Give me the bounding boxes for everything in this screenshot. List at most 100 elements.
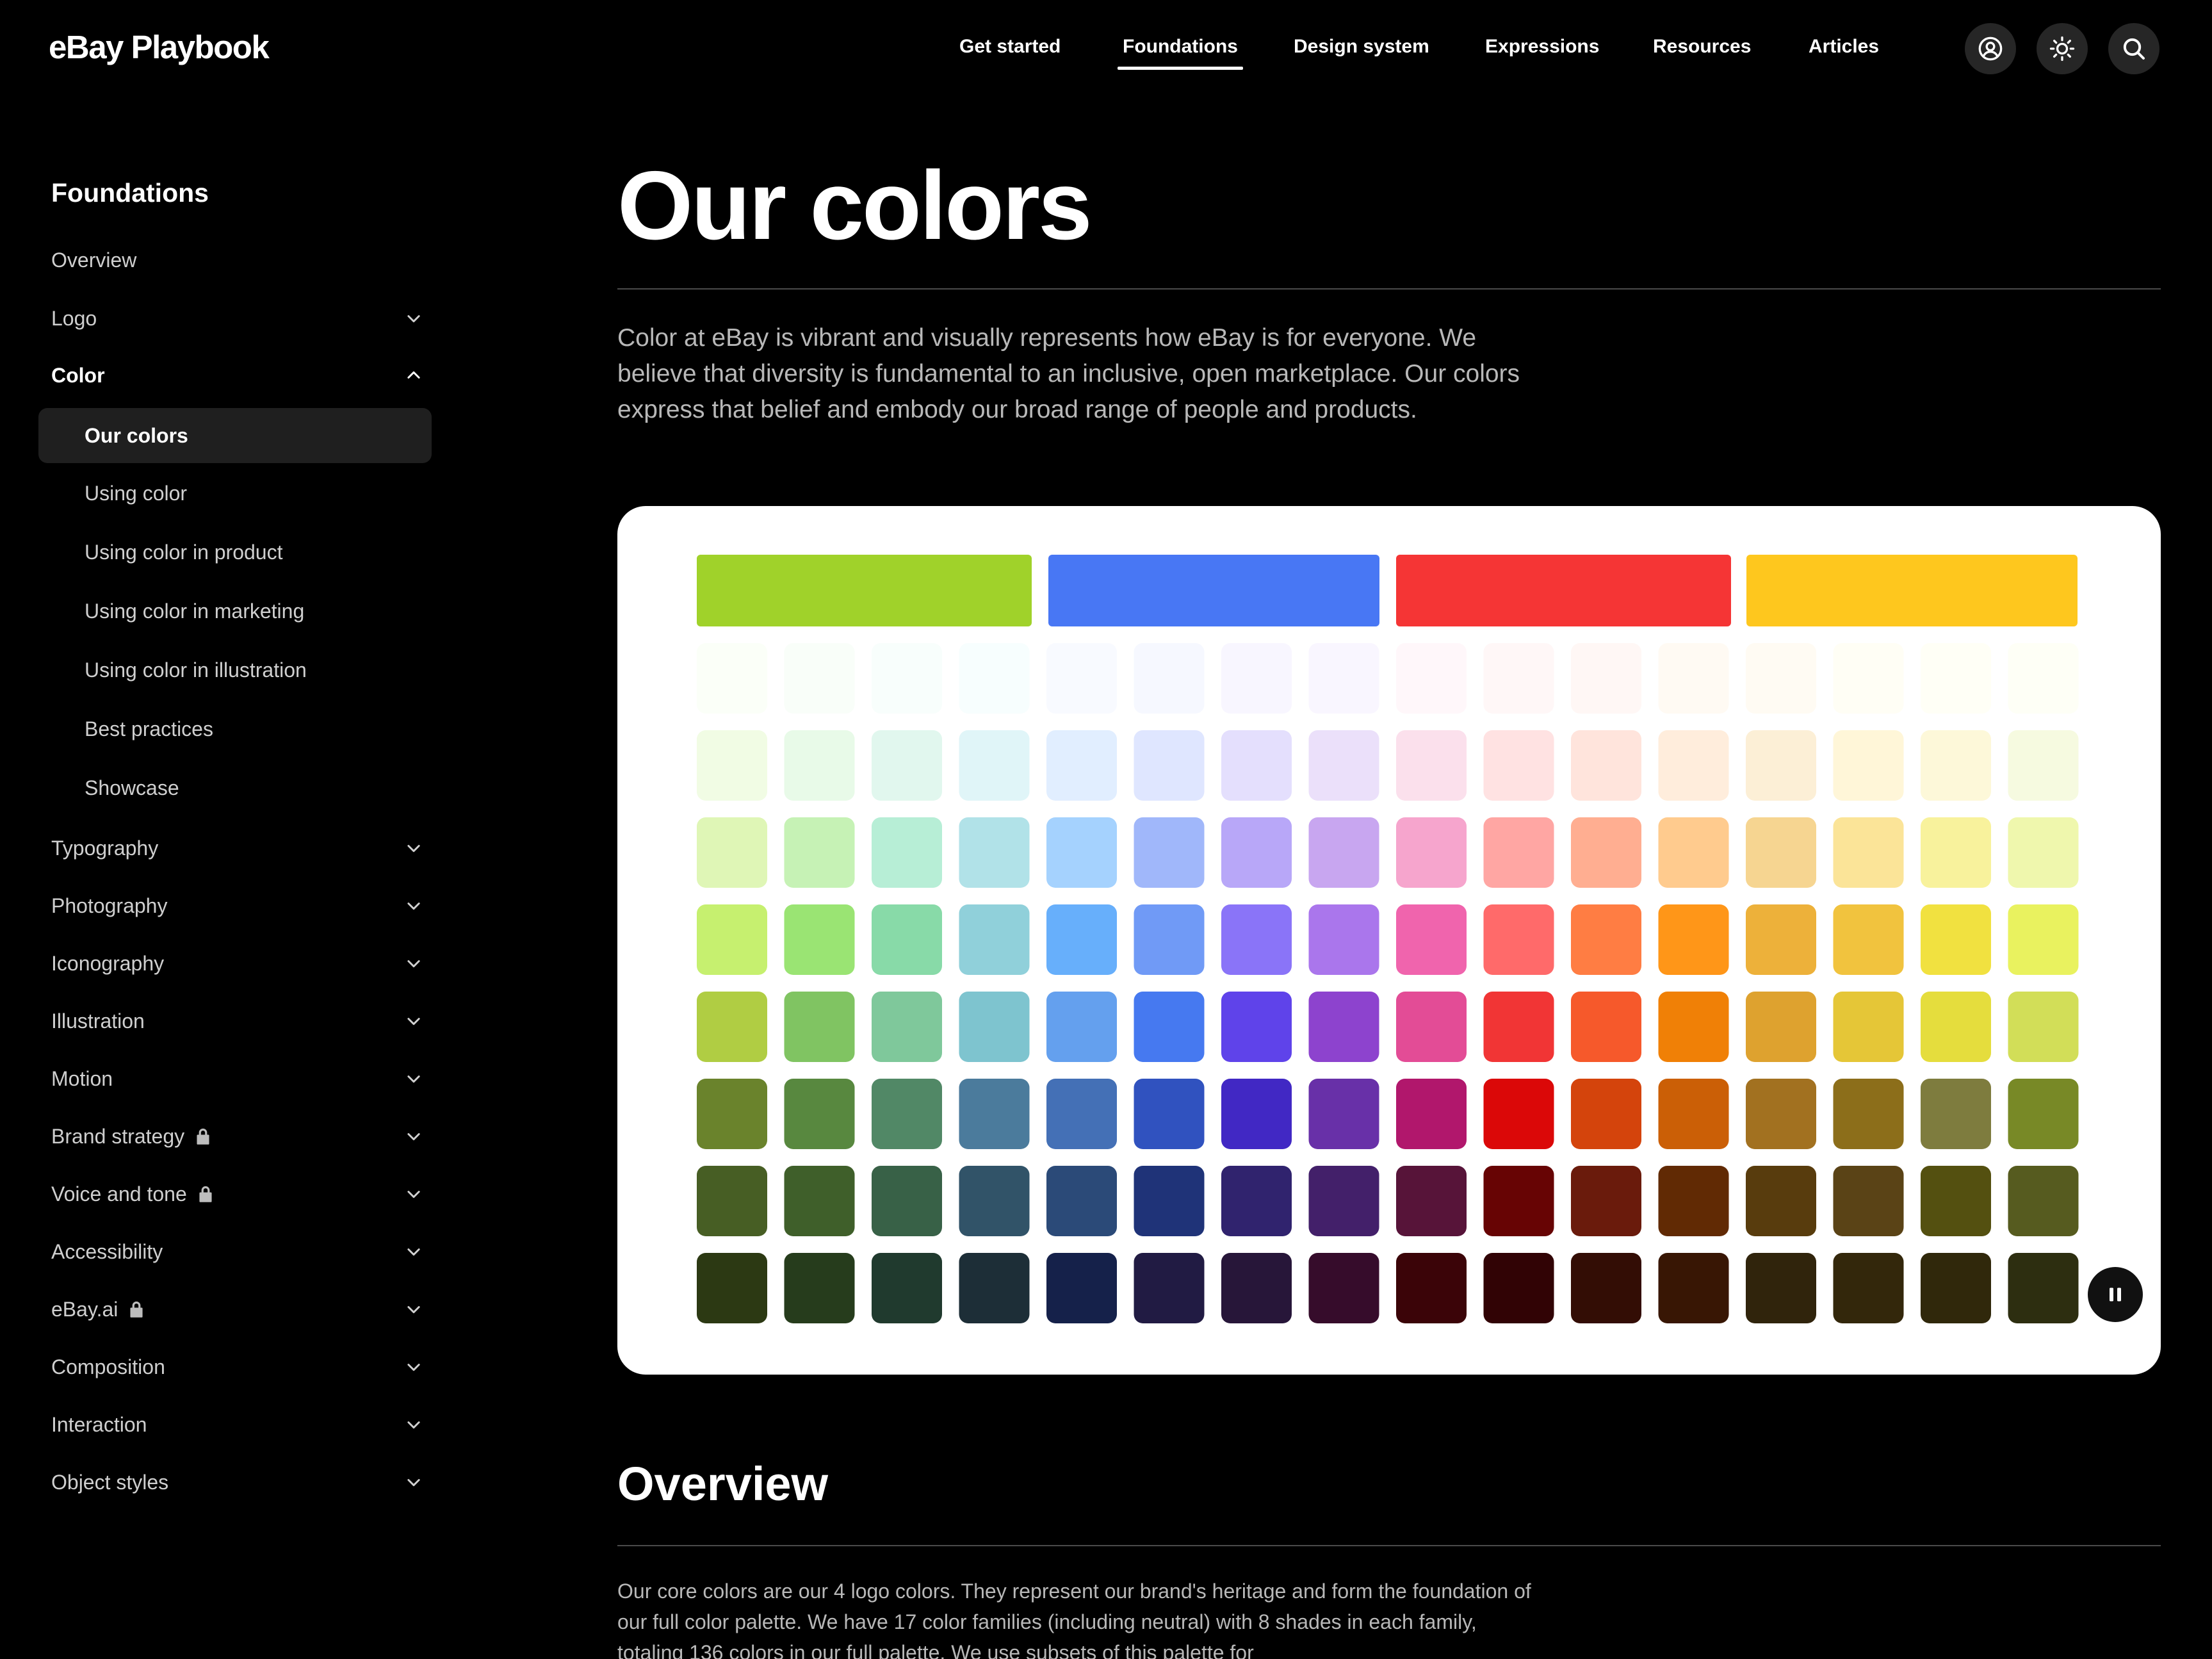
color-swatch (1396, 1166, 1467, 1236)
color-swatch (872, 817, 942, 888)
sidebar-item-label: Voice and tone (51, 1182, 187, 1205)
color-swatch (2008, 817, 2079, 888)
page-title: Our colors (617, 151, 1093, 260)
chevron-down-icon (407, 1018, 420, 1026)
overview-heading: Overview (617, 1457, 829, 1510)
color-swatch (1571, 904, 1641, 975)
sidebar-item-motion[interactable]: Motion (51, 1056, 423, 1101)
sidebar-item-label: Overview (51, 248, 137, 272)
color-palette-animation (617, 506, 2161, 1375)
color-swatch (1308, 1079, 1379, 1149)
nav-design-system[interactable]: Design system (1294, 36, 1429, 58)
color-swatch (1134, 643, 1205, 714)
color-swatch (1658, 904, 1729, 975)
sidebar-item-label: Iconography (51, 951, 165, 975)
color-swatch (1746, 730, 1816, 801)
color-swatch (1833, 1166, 1904, 1236)
sidebar-subitem-showcase[interactable]: Showcase (38, 760, 432, 815)
color-swatch (697, 992, 767, 1062)
sidebar-item-overview[interactable]: Overview (51, 238, 423, 282)
color-swatch (1833, 992, 1904, 1062)
color-swatch (1396, 992, 1467, 1062)
color-swatch (1483, 1079, 1554, 1149)
color-swatch (1046, 904, 1117, 975)
chevron-down-icon (407, 1075, 420, 1083)
sidebar-item-voice-and-tone[interactable]: Voice and tone (51, 1172, 423, 1216)
color-swatch (1308, 1166, 1379, 1236)
color-swatch (1658, 643, 1729, 714)
sidebar-item-composition[interactable]: Composition (51, 1344, 423, 1389)
top-header: eBay Playbook Get started Foundations De… (0, 0, 2212, 96)
sidebar-item-label: eBay.ai (51, 1297, 118, 1321)
color-swatch (1396, 817, 1467, 888)
color-swatch (1221, 992, 1292, 1062)
color-swatch (1134, 992, 1205, 1062)
sidebar-item-label: Accessibility (51, 1239, 163, 1263)
color-swatch (1746, 992, 1816, 1062)
sidebar-item-photography[interactable]: Photography (51, 883, 423, 928)
color-swatch (1746, 643, 1816, 714)
sidebar-item-color[interactable]: Color (51, 353, 423, 398)
color-swatch (1746, 817, 1816, 888)
sidebar-item-label: Motion (51, 1066, 113, 1090)
sidebar-item-accessibility[interactable]: Accessibility (51, 1229, 423, 1274)
account-button[interactable] (1965, 23, 2016, 74)
color-swatch (1308, 992, 1379, 1062)
sidebar-item-ebay-ai[interactable]: eBay.ai (51, 1287, 423, 1332)
color-swatch (1134, 904, 1205, 975)
sidebar-subitem-using-color-in-illustration[interactable]: Using color in illustration (38, 642, 432, 698)
nav-expressions[interactable]: Expressions (1485, 36, 1599, 58)
nav-foundations[interactable]: Foundations (1118, 36, 1243, 70)
pause-animation-button[interactable] (2088, 1267, 2143, 1322)
sidebar-subitem-using-color-in-product[interactable]: Using color in product (38, 525, 432, 580)
color-swatch (1308, 643, 1379, 714)
color-swatch (1746, 1079, 1816, 1149)
color-swatch (1921, 643, 1991, 714)
color-swatch (1046, 817, 1117, 888)
core-color-swatch (1396, 555, 1731, 626)
color-swatch (784, 1166, 855, 1236)
core-color-swatch (697, 555, 1032, 626)
nav-get-started[interactable]: Get started (959, 36, 1061, 58)
theme-toggle-button[interactable] (2037, 23, 2088, 74)
color-swatch (1746, 904, 1816, 975)
color-swatch (959, 730, 1030, 801)
sidebar-item-label: Photography (51, 894, 168, 917)
nav-articles[interactable]: Articles (1809, 36, 1879, 58)
search-button[interactable] (2108, 23, 2159, 74)
color-swatch (1396, 1079, 1467, 1149)
color-swatch (1658, 817, 1729, 888)
sidebar-item-brand-strategy[interactable]: Brand strategy (51, 1114, 423, 1159)
pause-icon (2110, 1287, 2121, 1302)
sidebar-item-label: Object styles (51, 1470, 169, 1494)
color-swatch (697, 1079, 767, 1149)
nav-resources[interactable]: Resources (1653, 36, 1751, 58)
sidebar-subitem-best-practices[interactable]: Best practices (38, 701, 432, 756)
sidebar-item-illustration[interactable]: Illustration (51, 999, 423, 1043)
color-swatch (1833, 1079, 1904, 1149)
color-swatch (1221, 1166, 1292, 1236)
color-swatch (1921, 730, 1991, 801)
color-swatch (697, 643, 767, 714)
sidebar-item-interaction[interactable]: Interaction (51, 1402, 423, 1447)
color-swatch (697, 817, 767, 888)
color-swatch (1833, 730, 1904, 801)
core-color-swatch (1746, 555, 2078, 626)
color-swatch (1483, 904, 1554, 975)
sidebar-item-iconography[interactable]: Iconography (51, 941, 423, 986)
sidebar-item-logo[interactable]: Logo (51, 296, 423, 341)
chevron-down-icon (407, 1248, 420, 1256)
color-swatch (959, 643, 1030, 714)
sidebar-subitem-using-color-in-marketing[interactable]: Using color in marketing (38, 584, 432, 639)
sidebar: Foundations Overview Logo Color Our colo… (0, 96, 448, 1659)
color-swatch (1046, 1166, 1117, 1236)
color-swatch (1221, 817, 1292, 888)
color-swatch (1746, 1166, 1816, 1236)
sidebar-item-object-styles[interactable]: Object styles (51, 1460, 423, 1505)
sidebar-item-typography[interactable]: Typography (51, 826, 423, 870)
sidebar-item-label: Illustration (51, 1009, 145, 1033)
sidebar-subitem-our-colors[interactable]: Our colors (38, 408, 432, 463)
color-swatch (784, 904, 855, 975)
sidebar-subitem-using-color[interactable]: Using color (38, 466, 432, 521)
site-logo[interactable]: eBay Playbook (49, 28, 270, 66)
